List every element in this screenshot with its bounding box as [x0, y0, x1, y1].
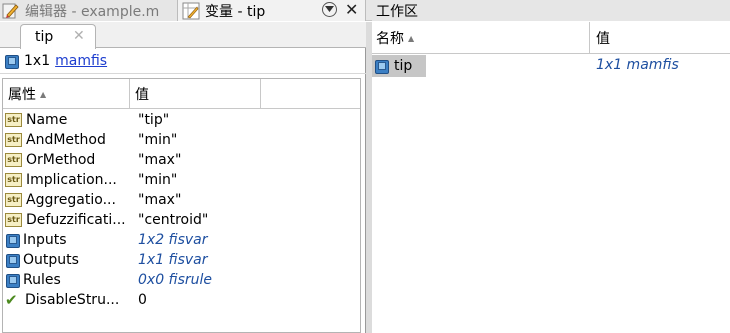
panel-menu-button[interactable] — [322, 2, 337, 17]
property-value[interactable]: 0 — [138, 292, 147, 308]
property-name-cell[interactable]: ✔ DisableStru... — [5, 292, 129, 308]
column-header-value[interactable]: 值 — [130, 79, 261, 109]
property-row[interactable]: str Aggregatio... "max" — [3, 190, 360, 210]
column-header-empty — [261, 79, 360, 109]
property-value[interactable]: 0x0 fisrule — [138, 272, 212, 288]
column-header-value[interactable]: 值 — [590, 22, 730, 54]
property-name: Implication... — [26, 172, 117, 188]
workspace-variable-value[interactable]: 1x1 mamfis — [596, 57, 679, 73]
sort-asc-icon: ▲ — [40, 89, 47, 99]
str-icon: str — [5, 213, 22, 227]
top-tab-strip: 编辑器 - example.m 变量 - tip ✕ 工作区 — [0, 0, 730, 21]
column-header-value-label: 值 — [596, 31, 610, 47]
property-name: Defuzzificati... — [26, 212, 126, 228]
property-value[interactable]: "min" — [138, 172, 177, 188]
variable-icon — [182, 2, 200, 20]
str-icon: str — [5, 133, 22, 147]
object-icon — [5, 273, 20, 288]
variable-subtab-row: tip ✕ — [0, 22, 366, 49]
property-name-cell[interactable]: str AndMethod — [5, 132, 129, 148]
column-header-property[interactable]: 属性 ▲ — [3, 79, 130, 109]
sort-asc-icon: ▲ — [408, 33, 415, 43]
property-name: Aggregatio... — [26, 192, 116, 208]
tab-variable-label: 变量 - tip — [205, 3, 266, 20]
property-value[interactable]: "max" — [138, 152, 181, 168]
variable-type-row: 1x1 mamfis — [0, 49, 366, 74]
column-header-name-label: 名称 — [376, 31, 404, 47]
workspace-variable-name-label: tip — [394, 58, 413, 74]
check-icon: ✔ — [5, 292, 18, 308]
close-icon[interactable]: ✕ — [345, 2, 358, 18]
property-row[interactable]: str AndMethod "min" — [3, 130, 360, 150]
property-name: Name — [26, 112, 68, 128]
variable-editor-pane: tip ✕ 1x1 mamfis 属性 ▲ 值 str Name "tip" str A… — [0, 22, 366, 333]
property-name: DisableStru... — [25, 292, 120, 308]
property-row[interactable]: ✔ DisableStru... 0 — [3, 290, 360, 310]
property-name: Inputs — [23, 232, 67, 248]
property-name: AndMethod — [26, 132, 106, 148]
property-value[interactable]: "centroid" — [138, 212, 208, 228]
property-value[interactable]: "max" — [138, 192, 181, 208]
panel-controls: ✕ — [322, 2, 358, 18]
variable-subtab[interactable]: tip ✕ — [20, 24, 96, 49]
object-icon — [374, 59, 389, 74]
str-icon: str — [5, 113, 22, 127]
property-name: OrMethod — [26, 152, 96, 168]
property-name-cell[interactable]: str Aggregatio... — [5, 192, 129, 208]
property-name: Outputs — [23, 252, 79, 268]
workspace-row[interactable]: tip 1x1 mamfis — [372, 55, 730, 77]
property-name-cell[interactable]: Rules — [5, 272, 129, 288]
tab-editor-label: 编辑器 - example.m — [25, 3, 160, 20]
property-row[interactable]: str OrMethod "max" — [3, 150, 360, 170]
property-value[interactable]: "min" — [138, 132, 177, 148]
property-row[interactable]: Inputs 1x2 fisvar — [3, 230, 360, 250]
class-link[interactable]: mamfis — [55, 53, 107, 69]
property-name-cell[interactable]: Inputs — [5, 232, 129, 248]
property-value[interactable]: 1x2 fisvar — [138, 232, 208, 248]
object-icon — [5, 233, 20, 248]
tab-editor[interactable]: 编辑器 - example.m — [0, 0, 178, 21]
property-name-cell[interactable]: str OrMethod — [5, 152, 129, 168]
str-icon: str — [5, 193, 22, 207]
property-row[interactable]: Outputs 1x1 fisvar — [3, 250, 360, 270]
chevron-down-icon — [325, 6, 334, 12]
str-icon: str — [5, 153, 22, 167]
workspace-header: 名称 ▲ 值 — [372, 22, 730, 54]
object-icon — [4, 54, 19, 69]
property-row[interactable]: str Implication... "min" — [3, 170, 360, 190]
property-row[interactable]: Rules 0x0 fisrule — [3, 270, 360, 290]
workspace-pane: 名称 ▲ 值 tip 1x1 mamfis — [372, 22, 730, 333]
property-row[interactable]: str Defuzzificati... "centroid" — [3, 210, 360, 230]
property-value[interactable]: 1x1 fisvar — [138, 252, 208, 268]
object-icon — [5, 253, 20, 268]
variable-size: 1x1 — [24, 53, 51, 69]
column-header-property-label: 属性 — [8, 87, 36, 103]
workspace-variable-name[interactable]: tip — [372, 55, 426, 77]
property-value[interactable]: "tip" — [138, 112, 169, 128]
property-name-cell[interactable]: Outputs — [5, 252, 129, 268]
property-name-cell[interactable]: str Implication... — [5, 172, 129, 188]
property-name-cell[interactable]: str Defuzzificati... — [5, 212, 129, 228]
properties-header: 属性 ▲ 值 — [3, 79, 360, 109]
property-row[interactable]: str Name "tip" — [3, 110, 360, 130]
close-icon[interactable]: ✕ — [73, 28, 85, 44]
column-header-value-label: 值 — [135, 87, 149, 103]
column-header-name[interactable]: 名称 ▲ — [372, 22, 590, 54]
tab-workspace-label: 工作区 — [376, 3, 418, 20]
pencil-icon — [2, 2, 20, 20]
variable-subtab-label: tip — [35, 29, 54, 45]
tab-workspace[interactable]: 工作区 — [372, 0, 730, 21]
str-icon: str — [5, 173, 22, 187]
properties-table: 属性 ▲ 值 str Name "tip" str AndMethod "min" str O… — [2, 78, 361, 333]
property-name: Rules — [23, 272, 61, 288]
property-name-cell[interactable]: str Name — [5, 112, 129, 128]
